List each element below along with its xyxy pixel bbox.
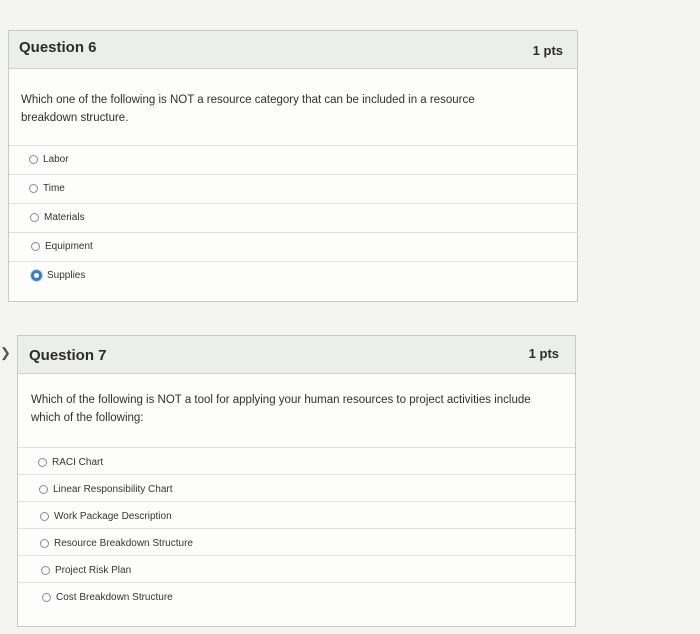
question-7-points: 1 pts bbox=[528, 346, 559, 361]
question-6-card: Question 6 1 pts Which one of the follow… bbox=[8, 30, 578, 302]
question-7-text: Which of the following is NOT a tool for… bbox=[31, 394, 531, 424]
answer-label-time: Time bbox=[43, 183, 65, 194]
answer-resource-breakdown-structure[interactable]: Resource Breakdown Structure bbox=[18, 528, 575, 556]
answer-label-materials: Materials bbox=[44, 212, 85, 223]
answer-work-package-description[interactable]: Work Package Description bbox=[18, 501, 575, 529]
answer-label-raci-chart: RACI Chart bbox=[52, 457, 104, 468]
question-6-points: 1 pts bbox=[532, 43, 563, 58]
radio-linear-responsibility-chart[interactable] bbox=[39, 485, 48, 494]
question-7-header: Question 7 1 pts bbox=[18, 336, 575, 374]
radio-labor[interactable] bbox=[29, 155, 38, 164]
radio-resource-breakdown-structure[interactable] bbox=[40, 539, 49, 548]
answer-label-equipment: Equipment bbox=[45, 241, 93, 252]
question-7-card: Question 7 1 pts Which of the following … bbox=[17, 335, 576, 627]
answer-label-work-package-description: Work Package Description bbox=[54, 511, 172, 522]
radio-cost-breakdown-structure[interactable] bbox=[42, 593, 51, 602]
answer-time[interactable]: Time bbox=[9, 174, 577, 202]
question-6-title: Question 6 bbox=[19, 39, 97, 56]
question-6-header: Question 6 1 pts bbox=[9, 31, 577, 69]
answer-label-project-risk-plan: Project Risk Plan bbox=[55, 565, 132, 576]
answer-supplies[interactable]: Supplies bbox=[9, 261, 577, 289]
answer-label-labor: Labor bbox=[43, 154, 69, 165]
radio-supplies-selected[interactable] bbox=[31, 270, 42, 281]
radio-time[interactable] bbox=[29, 184, 38, 193]
radio-project-risk-plan[interactable] bbox=[41, 566, 50, 575]
answer-labor[interactable]: Labor bbox=[9, 145, 577, 173]
radio-equipment[interactable] bbox=[31, 242, 40, 251]
answer-linear-responsibility-chart[interactable]: Linear Responsibility Chart bbox=[18, 474, 575, 502]
question-7-title: Question 7 bbox=[29, 347, 107, 364]
radio-work-package-description[interactable] bbox=[40, 512, 49, 521]
answer-label-supplies: Supplies bbox=[47, 270, 86, 281]
radio-materials[interactable] bbox=[30, 213, 39, 222]
answer-project-risk-plan[interactable]: Project Risk Plan bbox=[18, 555, 575, 583]
answer-cost-breakdown-structure[interactable]: Cost Breakdown Structure bbox=[18, 582, 575, 610]
question-6-text: Which one of the following is NOT a reso… bbox=[21, 94, 475, 124]
answer-raci-chart[interactable]: RACI Chart bbox=[18, 447, 575, 475]
answer-label-resource-breakdown-structure: Resource Breakdown Structure bbox=[54, 538, 193, 549]
radio-raci-chart[interactable] bbox=[38, 458, 47, 467]
chevron-right-icon[interactable]: ❯ bbox=[0, 345, 11, 361]
answer-label-cost-breakdown-structure: Cost Breakdown Structure bbox=[56, 592, 173, 603]
answer-materials[interactable]: Materials bbox=[9, 203, 577, 231]
answer-label-linear-responsibility-chart: Linear Responsibility Chart bbox=[53, 484, 173, 495]
answer-equipment[interactable]: Equipment bbox=[9, 232, 577, 260]
